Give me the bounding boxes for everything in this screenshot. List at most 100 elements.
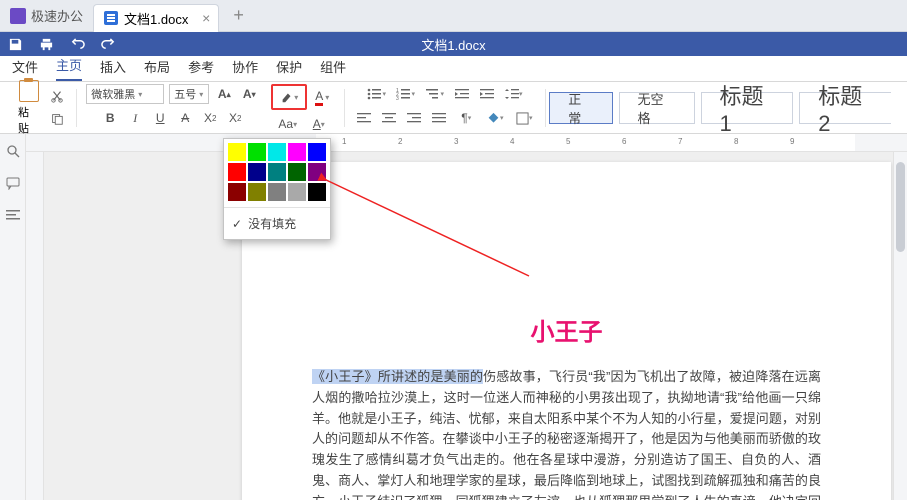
menu-home[interactable]: 主页	[56, 55, 82, 81]
font-color-button[interactable]: A▾	[309, 87, 335, 107]
side-panel	[0, 134, 26, 500]
redo-icon[interactable]	[101, 37, 116, 52]
styles-group: 正常 无空格 标题1 标题2	[549, 92, 901, 124]
selected-text[interactable]: 《小王子》所讲述的是美丽的	[312, 369, 483, 384]
color-swatch-grid	[224, 139, 330, 205]
shrink-font-button[interactable]: A▾	[239, 84, 259, 104]
app-logo: 极速办公	[0, 0, 93, 31]
menu-collab[interactable]: 协作	[232, 57, 258, 81]
document-page[interactable]: 小王子 《小王子》所讲述的是美丽的伤感故事，飞行员“我”因为飞机出了故障，被迫降…	[242, 162, 891, 500]
paste-icon	[19, 80, 39, 102]
color-swatch[interactable]	[308, 183, 326, 201]
align-center-button[interactable]	[379, 108, 399, 128]
font-name-combo[interactable]: 微软雅黑▾	[86, 84, 164, 104]
font-format-group: ▾ A▾ Aa▾ A▾	[265, 84, 341, 131]
bold-button[interactable]: B	[100, 108, 120, 128]
indent-button[interactable]	[477, 84, 497, 104]
horizontal-ruler[interactable]: 123456789	[26, 134, 907, 152]
align-justify-button[interactable]	[429, 108, 449, 128]
color-swatch[interactable]	[228, 183, 246, 201]
document-heading[interactable]: 小王子	[312, 312, 821, 347]
color-swatch[interactable]	[268, 163, 286, 181]
color-swatch[interactable]	[248, 183, 266, 201]
color-swatch[interactable]	[268, 183, 286, 201]
no-fill-label: 没有填充	[248, 215, 296, 232]
menu-reference[interactable]: 参考	[188, 57, 214, 81]
align-right-button[interactable]	[404, 108, 424, 128]
headings-icon[interactable]	[6, 208, 20, 222]
body-text[interactable]: 伤感故事，飞行员“我”因为飞机出了故障，被迫降落在远离人烟的撒哈拉沙漠上，这时一…	[312, 369, 821, 500]
cut-button[interactable]	[47, 86, 67, 106]
borders-button[interactable]: ▾	[512, 108, 536, 128]
font-size-combo[interactable]: 五号▾	[169, 84, 209, 104]
line-spacing-button[interactable]: ▾	[502, 84, 526, 104]
save-icon[interactable]	[8, 37, 23, 52]
subscript-button[interactable]: X2	[225, 108, 245, 128]
print-icon[interactable]	[39, 37, 54, 52]
document-tab-label: 文档1.docx	[124, 9, 188, 28]
grow-font-button[interactable]: A▴	[214, 84, 234, 104]
numbering-button[interactable]: 123▾	[394, 84, 418, 104]
color-swatch[interactable]	[248, 163, 266, 181]
no-fill-option[interactable]: ✓ 没有填充	[224, 210, 330, 237]
highlight-button-frame: ▾	[271, 84, 307, 110]
underline-button[interactable]: U	[150, 108, 170, 128]
menu-layout[interactable]: 布局	[144, 57, 170, 81]
vertical-ruler[interactable]	[26, 152, 44, 500]
shading-button[interactable]: ▾	[483, 108, 507, 128]
color-swatch[interactable]	[228, 143, 246, 161]
close-icon[interactable]: ×	[202, 10, 210, 26]
italic-button[interactable]: I	[125, 108, 145, 128]
app-logo-icon	[10, 8, 26, 24]
comments-icon[interactable]	[6, 176, 20, 190]
outdent-button[interactable]	[452, 84, 472, 104]
menu-insert[interactable]: 插入	[100, 57, 126, 81]
style-nospace[interactable]: 无空格	[619, 92, 695, 124]
vertical-scrollbar[interactable]	[893, 152, 907, 500]
style-normal[interactable]: 正常	[549, 92, 612, 124]
align-left-button[interactable]	[354, 108, 374, 128]
menu-protect[interactable]: 保护	[276, 57, 302, 81]
window-title: 文档1.docx	[421, 35, 485, 54]
style-heading2[interactable]: 标题2	[799, 92, 891, 124]
paragraph-group: ▾ 123▾ ▾ ▾ ¶▾ ▾ ▾	[348, 84, 542, 131]
highlight-button[interactable]: ▾	[274, 87, 304, 107]
font-group: 微软雅黑▾ 五号▾ A▴ A▾ B I U A X2 X2	[80, 84, 265, 131]
check-icon: ✓	[232, 217, 242, 231]
paste-button[interactable]: 粘贴	[12, 78, 45, 138]
document-paragraph[interactable]: 《小王子》所讲述的是美丽的伤感故事，飞行员“我”因为飞机出了故障，被迫降落在远离…	[312, 367, 821, 500]
search-icon[interactable]	[6, 144, 20, 158]
change-case-button[interactable]: Aa▾	[275, 114, 301, 134]
quick-access-toolbar: 文档1.docx	[0, 32, 907, 56]
ribbon: 粘贴 微软雅黑▾ 五号▾ A▴ A▾ B I U A X2 X2 ▾	[0, 82, 907, 134]
scrollbar-thumb[interactable]	[896, 162, 905, 252]
color-swatch[interactable]	[228, 163, 246, 181]
multilevel-button[interactable]: ▾	[423, 84, 447, 104]
color-swatch[interactable]	[308, 163, 326, 181]
color-swatch[interactable]	[268, 143, 286, 161]
menu-component[interactable]: 组件	[320, 57, 346, 81]
document-icon	[104, 11, 118, 25]
superscript-button[interactable]: X2	[200, 108, 220, 128]
editor-viewport: 123456789 小王子 《小王子》所讲述的是美丽的伤感故事，飞行员“我”因为…	[26, 134, 907, 500]
color-swatch[interactable]	[288, 143, 306, 161]
clear-format-button[interactable]: A▾	[306, 114, 332, 134]
color-swatch[interactable]	[308, 143, 326, 161]
app-name: 极速办公	[31, 6, 83, 25]
document-tab[interactable]: 文档1.docx ×	[93, 4, 219, 32]
paste-label: 粘贴	[18, 104, 39, 136]
copy-button[interactable]	[47, 109, 67, 129]
highlight-color-popup: ✓ 没有填充	[223, 138, 331, 240]
color-swatch[interactable]	[248, 143, 266, 161]
color-swatch[interactable]	[288, 183, 306, 201]
clipboard-group: 粘贴	[6, 84, 73, 131]
svg-text:3: 3	[396, 96, 399, 100]
show-marks-button[interactable]: ¶▾	[454, 108, 478, 128]
add-tab-button[interactable]: +	[233, 5, 244, 26]
undo-icon[interactable]	[70, 37, 85, 52]
bullets-button[interactable]: ▾	[365, 84, 389, 104]
app-titlebar: 极速办公 文档1.docx × +	[0, 0, 907, 32]
color-swatch[interactable]	[288, 163, 306, 181]
style-heading1[interactable]: 标题1	[701, 92, 794, 124]
strikethrough-button[interactable]: A	[175, 108, 195, 128]
